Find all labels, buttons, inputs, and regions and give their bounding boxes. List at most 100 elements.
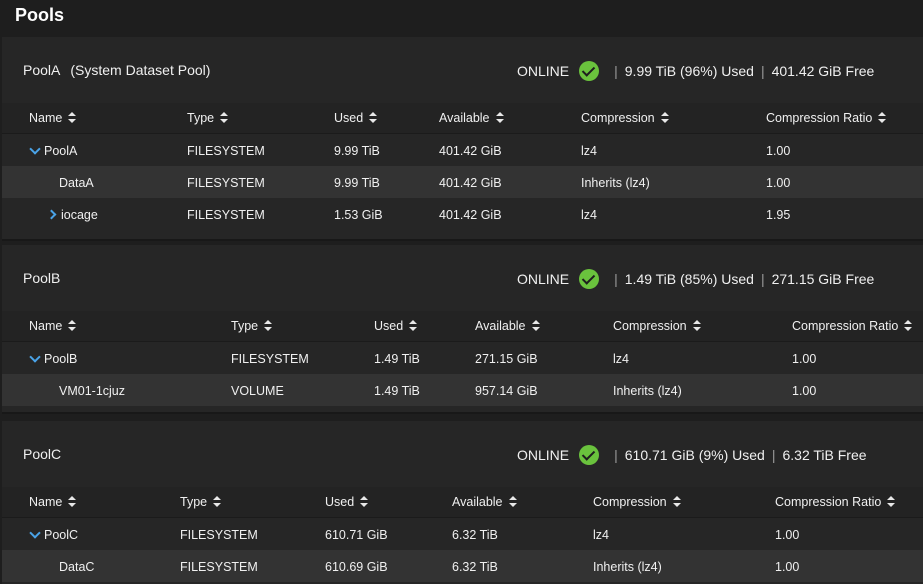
free-text: 6.32 TiB Free xyxy=(782,447,867,463)
column-header-name[interactable]: Name xyxy=(29,111,77,125)
row-type: VOLUME xyxy=(231,384,284,398)
free-text: 401.42 GiB Free xyxy=(771,63,875,79)
row-type: FILESYSTEM xyxy=(187,208,265,222)
dataset-table: Name Type Used Available Compression Com… xyxy=(2,103,923,230)
row-compression: Inherits (lz4) xyxy=(613,384,682,398)
row-type: FILESYSTEM xyxy=(180,560,258,574)
column-header-used[interactable]: Used xyxy=(325,495,369,509)
table-row[interactable]: PoolA FILESYSTEM 9.99 TiB 401.42 GiB lz4… xyxy=(2,134,923,166)
column-header-available[interactable]: Available xyxy=(475,319,540,333)
sort-icon xyxy=(878,112,887,123)
row-ratio: 1.00 xyxy=(766,144,791,158)
row-ratio: 1.00 xyxy=(792,352,817,366)
row-available: 401.42 GiB xyxy=(439,176,502,190)
column-header-compression[interactable]: Compression xyxy=(613,319,701,333)
row-used: 610.69 GiB xyxy=(325,560,388,574)
status-text: ONLINE xyxy=(517,271,570,287)
column-header-name[interactable]: Name xyxy=(29,319,77,333)
column-header-type[interactable]: Type xyxy=(187,111,229,125)
pool-header: PoolA (System Dataset Pool) ONLINE | 9.99… xyxy=(2,37,923,103)
sort-icon xyxy=(495,112,504,123)
sort-icon xyxy=(508,496,517,507)
separator: | xyxy=(614,271,618,287)
column-header-type[interactable]: Type xyxy=(231,319,273,333)
chevron-down-icon[interactable] xyxy=(29,527,41,539)
sort-icon xyxy=(68,320,77,331)
pool-card-poola: PoolA (System Dataset Pool) ONLINE | 9.99… xyxy=(2,37,923,241)
chevron-down-icon[interactable] xyxy=(29,143,41,155)
column-header-name[interactable]: Name xyxy=(29,495,77,509)
row-ratio: 1.00 xyxy=(775,528,800,542)
sort-icon xyxy=(660,112,669,123)
table-row[interactable]: DataC FILESYSTEM 610.69 GiB 6.32 TiB Inh… xyxy=(2,550,923,582)
table-row[interactable]: PoolC FILESYSTEM 610.71 GiB 6.32 TiB lz4… xyxy=(2,518,923,550)
row-used: 610.71 GiB xyxy=(325,528,388,542)
pool-name-label: PoolB xyxy=(23,270,61,286)
column-header-type[interactable]: Type xyxy=(180,495,222,509)
column-header-compression[interactable]: Compression xyxy=(581,111,669,125)
column-header-available[interactable]: Available xyxy=(439,111,504,125)
table-header: Name Type Used Available Compression Com… xyxy=(2,487,923,518)
check-circle-icon xyxy=(579,269,600,289)
column-header-compression-ratio[interactable]: Compression Ratio xyxy=(792,319,913,333)
row-name: DataA xyxy=(59,176,94,190)
table-header: Name Type Used Available Compression Com… xyxy=(2,311,923,342)
row-name: VM01-1cjuz xyxy=(59,384,125,398)
free-text: 271.15 GiB Free xyxy=(771,271,875,287)
column-header-available[interactable]: Available xyxy=(452,495,517,509)
sort-icon xyxy=(409,320,418,331)
row-compression: lz4 xyxy=(613,352,629,366)
table-row[interactable]: iocage FILESYSTEM 1.53 GiB 401.42 GiB lz… xyxy=(2,198,923,230)
used-text: 1.49 TiB (85%) Used xyxy=(624,271,754,287)
separator: | xyxy=(614,63,618,79)
check-circle-icon xyxy=(579,61,600,81)
row-type: FILESYSTEM xyxy=(180,528,258,542)
separator: | xyxy=(760,271,765,287)
row-compression: lz4 xyxy=(581,144,597,158)
check-circle-icon xyxy=(579,445,600,465)
table-header: Name Type Used Available Compression Com… xyxy=(2,103,923,134)
pool-card-poolb: PoolB ONLINE | 1.49 TiB (85%) Used | 271… xyxy=(2,245,923,414)
pool-subtitle: (System Dataset Pool) xyxy=(70,62,211,78)
table-row[interactable]: VM01-1cjuz VOLUME 1.49 TiB 957.14 GiB In… xyxy=(2,374,923,406)
table-row[interactable]: PoolB FILESYSTEM 1.49 TiB 271.15 GiB lz4… xyxy=(2,342,923,374)
row-name: PoolB xyxy=(29,351,77,366)
pool-status: ONLINE | 610.71 GiB (9%) Used | 6.32 TiB… xyxy=(517,445,867,465)
column-header-used[interactable]: Used xyxy=(374,319,418,333)
row-compression: Inherits (lz4) xyxy=(593,560,662,574)
row-type: FILESYSTEM xyxy=(187,144,265,158)
pool-status: ONLINE | 9.99 TiB (96%) Used | 401.42 Gi… xyxy=(517,61,874,81)
row-available: 6.32 TiB xyxy=(452,560,498,574)
separator: | xyxy=(614,447,618,463)
row-used: 1.49 TiB xyxy=(374,384,420,398)
row-type: FILESYSTEM xyxy=(231,352,309,366)
chevron-down-icon[interactable] xyxy=(29,351,41,363)
sort-icon xyxy=(68,112,77,123)
row-name: PoolA xyxy=(29,143,77,158)
separator: | xyxy=(771,447,776,463)
sort-icon xyxy=(213,496,222,507)
row-used: 1.53 GiB xyxy=(334,208,383,222)
used-text: 9.99 TiB (96%) Used xyxy=(624,63,754,79)
column-header-compression-ratio[interactable]: Compression Ratio xyxy=(766,111,887,125)
row-available: 957.14 GiB xyxy=(475,384,538,398)
column-header-compression[interactable]: Compression xyxy=(593,495,681,509)
pool-status: ONLINE | 1.49 TiB (85%) Used | 271.15 Gi… xyxy=(517,269,874,289)
column-header-compression-ratio[interactable]: Compression Ratio xyxy=(775,495,896,509)
sort-icon xyxy=(369,112,378,123)
pool-name-label: PoolC xyxy=(23,446,62,462)
row-ratio: 1.95 xyxy=(766,208,791,222)
sort-icon xyxy=(264,320,273,331)
row-compression: lz4 xyxy=(593,528,609,542)
row-available: 401.42 GiB xyxy=(439,144,502,158)
column-header-used[interactable]: Used xyxy=(334,111,378,125)
table-row[interactable]: DataA FILESYSTEM 9.99 TiB 401.42 GiB Inh… xyxy=(2,166,923,198)
row-used: 1.49 TiB xyxy=(374,352,420,366)
sort-icon xyxy=(887,496,896,507)
used-text: 610.71 GiB (9%) Used xyxy=(624,447,765,463)
sort-icon xyxy=(531,320,540,331)
row-name: iocage xyxy=(46,208,98,222)
chevron-right-icon[interactable] xyxy=(46,209,57,220)
row-ratio: 1.00 xyxy=(775,560,800,574)
pool-header: PoolC ONLINE | 610.71 GiB (9%) Used | 6.… xyxy=(2,421,923,487)
